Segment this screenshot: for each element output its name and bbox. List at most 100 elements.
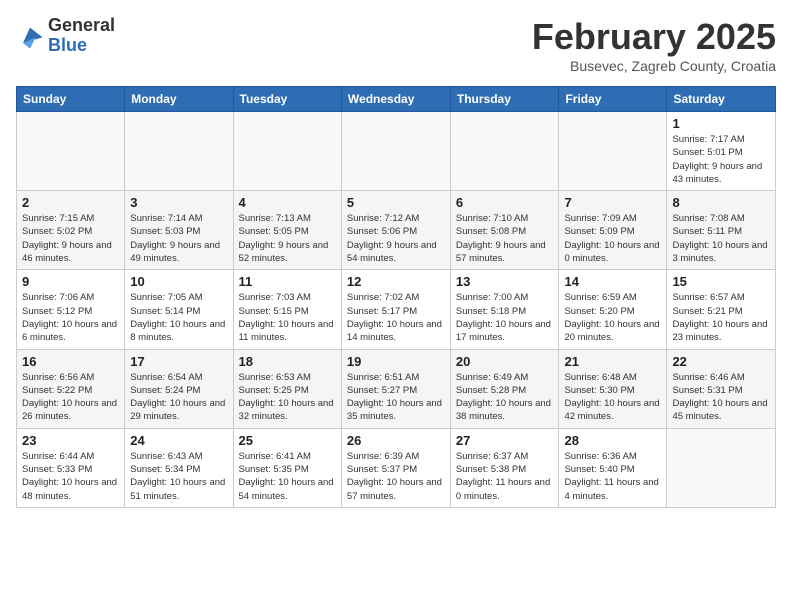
day-info: Sunrise: 6:53 AM Sunset: 5:25 PM Dayligh… [239, 371, 336, 424]
calendar-cell [233, 112, 341, 191]
calendar-cell: 12 Sunrise: 7:02 AM Sunset: 5:17 PM Dayli… [341, 270, 450, 349]
day-number: 13 [456, 274, 554, 289]
day-number: 3 [130, 195, 227, 210]
weekday-header: Friday [559, 87, 667, 112]
calendar-cell: 16 Sunrise: 6:56 AM Sunset: 5:22 PM Dayli… [17, 349, 125, 428]
calendar-cell: 20 Sunrise: 6:49 AM Sunset: 5:28 PM Dayli… [450, 349, 559, 428]
day-info: Sunrise: 6:41 AM Sunset: 5:35 PM Dayligh… [239, 450, 336, 503]
calendar-cell: 11Sunrise: 7:03 AM Sunset: 5:15 PM Dayli… [233, 270, 341, 349]
day-number: 26 [347, 433, 445, 448]
day-info: Sunrise: 6:54 AM Sunset: 5:24 PM Dayligh… [130, 371, 227, 424]
calendar-cell: 3 Sunrise: 7:14 AM Sunset: 5:03 PM Daylig… [125, 191, 233, 270]
calendar-cell: 10Sunrise: 7:05 AM Sunset: 5:14 PM Dayli… [125, 270, 233, 349]
logo-text: General Blue [48, 16, 115, 56]
day-number: 22 [672, 354, 770, 369]
calendar-week-row: 1Sunrise: 7:17 AM Sunset: 5:01 PM Daylig… [17, 112, 776, 191]
day-number: 27 [456, 433, 554, 448]
day-info: Sunrise: 7:12 AM Sunset: 5:06 PM Dayligh… [347, 212, 445, 265]
day-number: 6 [456, 195, 554, 210]
calendar-header-row: SundayMondayTuesdayWednesdayThursdayFrid… [17, 87, 776, 112]
day-info: Sunrise: 7:14 AM Sunset: 5:03 PM Dayligh… [130, 212, 227, 265]
day-info: Sunrise: 6:48 AM Sunset: 5:30 PM Dayligh… [564, 371, 661, 424]
calendar-cell: 13 Sunrise: 7:00 AM Sunset: 5:18 PM Dayli… [450, 270, 559, 349]
day-number: 9 [22, 274, 119, 289]
calendar-cell: 21 Sunrise: 6:48 AM Sunset: 5:30 PM Dayli… [559, 349, 667, 428]
weekday-header: Thursday [450, 87, 559, 112]
day-number: 25 [239, 433, 336, 448]
day-number: 4 [239, 195, 336, 210]
weekday-header: Saturday [667, 87, 776, 112]
calendar-cell: 28 Sunrise: 6:36 AM Sunset: 5:40 PM Dayli… [559, 428, 667, 507]
calendar-cell [17, 112, 125, 191]
calendar-week-row: 16 Sunrise: 6:56 AM Sunset: 5:22 PM Dayli… [17, 349, 776, 428]
day-info: Sunrise: 6:57 AM Sunset: 5:21 PM Dayligh… [672, 291, 770, 344]
calendar-cell [341, 112, 450, 191]
page-header: General Blue February 2025 Busevec, Zagr… [16, 16, 776, 74]
day-info: Sunrise: 7:06 AM Sunset: 5:12 PM Dayligh… [22, 291, 119, 344]
calendar-cell: 14 Sunrise: 6:59 AM Sunset: 5:20 PM Dayli… [559, 270, 667, 349]
day-info: Sunrise: 7:13 AM Sunset: 5:05 PM Dayligh… [239, 212, 336, 265]
day-number: 2 [22, 195, 119, 210]
calendar-cell [125, 112, 233, 191]
calendar-cell [667, 428, 776, 507]
day-number: 16 [22, 354, 119, 369]
calendar-week-row: 9 Sunrise: 7:06 AM Sunset: 5:12 PM Daylig… [17, 270, 776, 349]
day-info: Sunrise: 6:39 AM Sunset: 5:37 PM Dayligh… [347, 450, 445, 503]
calendar-cell: 23Sunrise: 6:44 AM Sunset: 5:33 PM Dayli… [17, 428, 125, 507]
calendar-cell: 2 Sunrise: 7:15 AM Sunset: 5:02 PM Daylig… [17, 191, 125, 270]
calendar-cell: 5Sunrise: 7:12 AM Sunset: 5:06 PM Daylig… [341, 191, 450, 270]
day-info: Sunrise: 6:44 AM Sunset: 5:33 PM Dayligh… [22, 450, 119, 503]
day-number: 14 [564, 274, 661, 289]
calendar-cell: 6 Sunrise: 7:10 AM Sunset: 5:08 PM Daylig… [450, 191, 559, 270]
day-info: Sunrise: 6:49 AM Sunset: 5:28 PM Dayligh… [456, 371, 554, 424]
day-info: Sunrise: 7:09 AM Sunset: 5:09 PM Dayligh… [564, 212, 661, 265]
day-info: Sunrise: 6:36 AM Sunset: 5:40 PM Dayligh… [564, 450, 661, 503]
day-info: Sunrise: 7:08 AM Sunset: 5:11 PM Dayligh… [672, 212, 770, 265]
calendar-cell: 26 Sunrise: 6:39 AM Sunset: 5:37 PM Dayli… [341, 428, 450, 507]
day-info: Sunrise: 7:03 AM Sunset: 5:15 PM Dayligh… [239, 291, 336, 344]
calendar-cell: 25 Sunrise: 6:41 AM Sunset: 5:35 PM Dayli… [233, 428, 341, 507]
day-number: 8 [672, 195, 770, 210]
day-info: Sunrise: 6:37 AM Sunset: 5:38 PM Dayligh… [456, 450, 554, 503]
day-info: Sunrise: 7:00 AM Sunset: 5:18 PM Dayligh… [456, 291, 554, 344]
calendar-cell: 17 Sunrise: 6:54 AM Sunset: 5:24 PM Dayli… [125, 349, 233, 428]
calendar-cell [450, 112, 559, 191]
day-info: Sunrise: 7:15 AM Sunset: 5:02 PM Dayligh… [22, 212, 119, 265]
day-number: 20 [456, 354, 554, 369]
month-title: February 2025 [532, 16, 776, 58]
day-number: 17 [130, 354, 227, 369]
day-number: 24 [130, 433, 227, 448]
calendar-cell: 1Sunrise: 7:17 AM Sunset: 5:01 PM Daylig… [667, 112, 776, 191]
logo-icon [16, 22, 44, 50]
calendar-cell: 18 Sunrise: 6:53 AM Sunset: 5:25 PM Dayli… [233, 349, 341, 428]
calendar-cell: 7 Sunrise: 7:09 AM Sunset: 5:09 PM Daylig… [559, 191, 667, 270]
title-section: February 2025 Busevec, Zagreb County, Cr… [532, 16, 776, 74]
calendar-cell: 19Sunrise: 6:51 AM Sunset: 5:27 PM Dayli… [341, 349, 450, 428]
weekday-header: Wednesday [341, 87, 450, 112]
day-info: Sunrise: 7:02 AM Sunset: 5:17 PM Dayligh… [347, 291, 445, 344]
weekday-header: Tuesday [233, 87, 341, 112]
day-number: 12 [347, 274, 445, 289]
day-info: Sunrise: 6:56 AM Sunset: 5:22 PM Dayligh… [22, 371, 119, 424]
calendar-cell: 4 Sunrise: 7:13 AM Sunset: 5:05 PM Daylig… [233, 191, 341, 270]
day-number: 15 [672, 274, 770, 289]
day-number: 18 [239, 354, 336, 369]
day-number: 28 [564, 433, 661, 448]
day-info: Sunrise: 7:10 AM Sunset: 5:08 PM Dayligh… [456, 212, 554, 265]
day-info: Sunrise: 6:46 AM Sunset: 5:31 PM Dayligh… [672, 371, 770, 424]
logo: General Blue [16, 16, 115, 56]
day-number: 7 [564, 195, 661, 210]
calendar-cell: 15 Sunrise: 6:57 AM Sunset: 5:21 PM Dayli… [667, 270, 776, 349]
logo-general: General [48, 16, 115, 36]
day-info: Sunrise: 6:51 AM Sunset: 5:27 PM Dayligh… [347, 371, 445, 424]
location: Busevec, Zagreb County, Croatia [532, 58, 776, 74]
day-number: 1 [672, 116, 770, 131]
calendar-week-row: 2 Sunrise: 7:15 AM Sunset: 5:02 PM Daylig… [17, 191, 776, 270]
day-info: Sunrise: 6:59 AM Sunset: 5:20 PM Dayligh… [564, 291, 661, 344]
day-number: 21 [564, 354, 661, 369]
calendar-cell [559, 112, 667, 191]
day-info: Sunrise: 7:05 AM Sunset: 5:14 PM Dayligh… [130, 291, 227, 344]
calendar-table: SundayMondayTuesdayWednesdayThursdayFrid… [16, 86, 776, 508]
weekday-header: Monday [125, 87, 233, 112]
calendar-cell: 9 Sunrise: 7:06 AM Sunset: 5:12 PM Daylig… [17, 270, 125, 349]
